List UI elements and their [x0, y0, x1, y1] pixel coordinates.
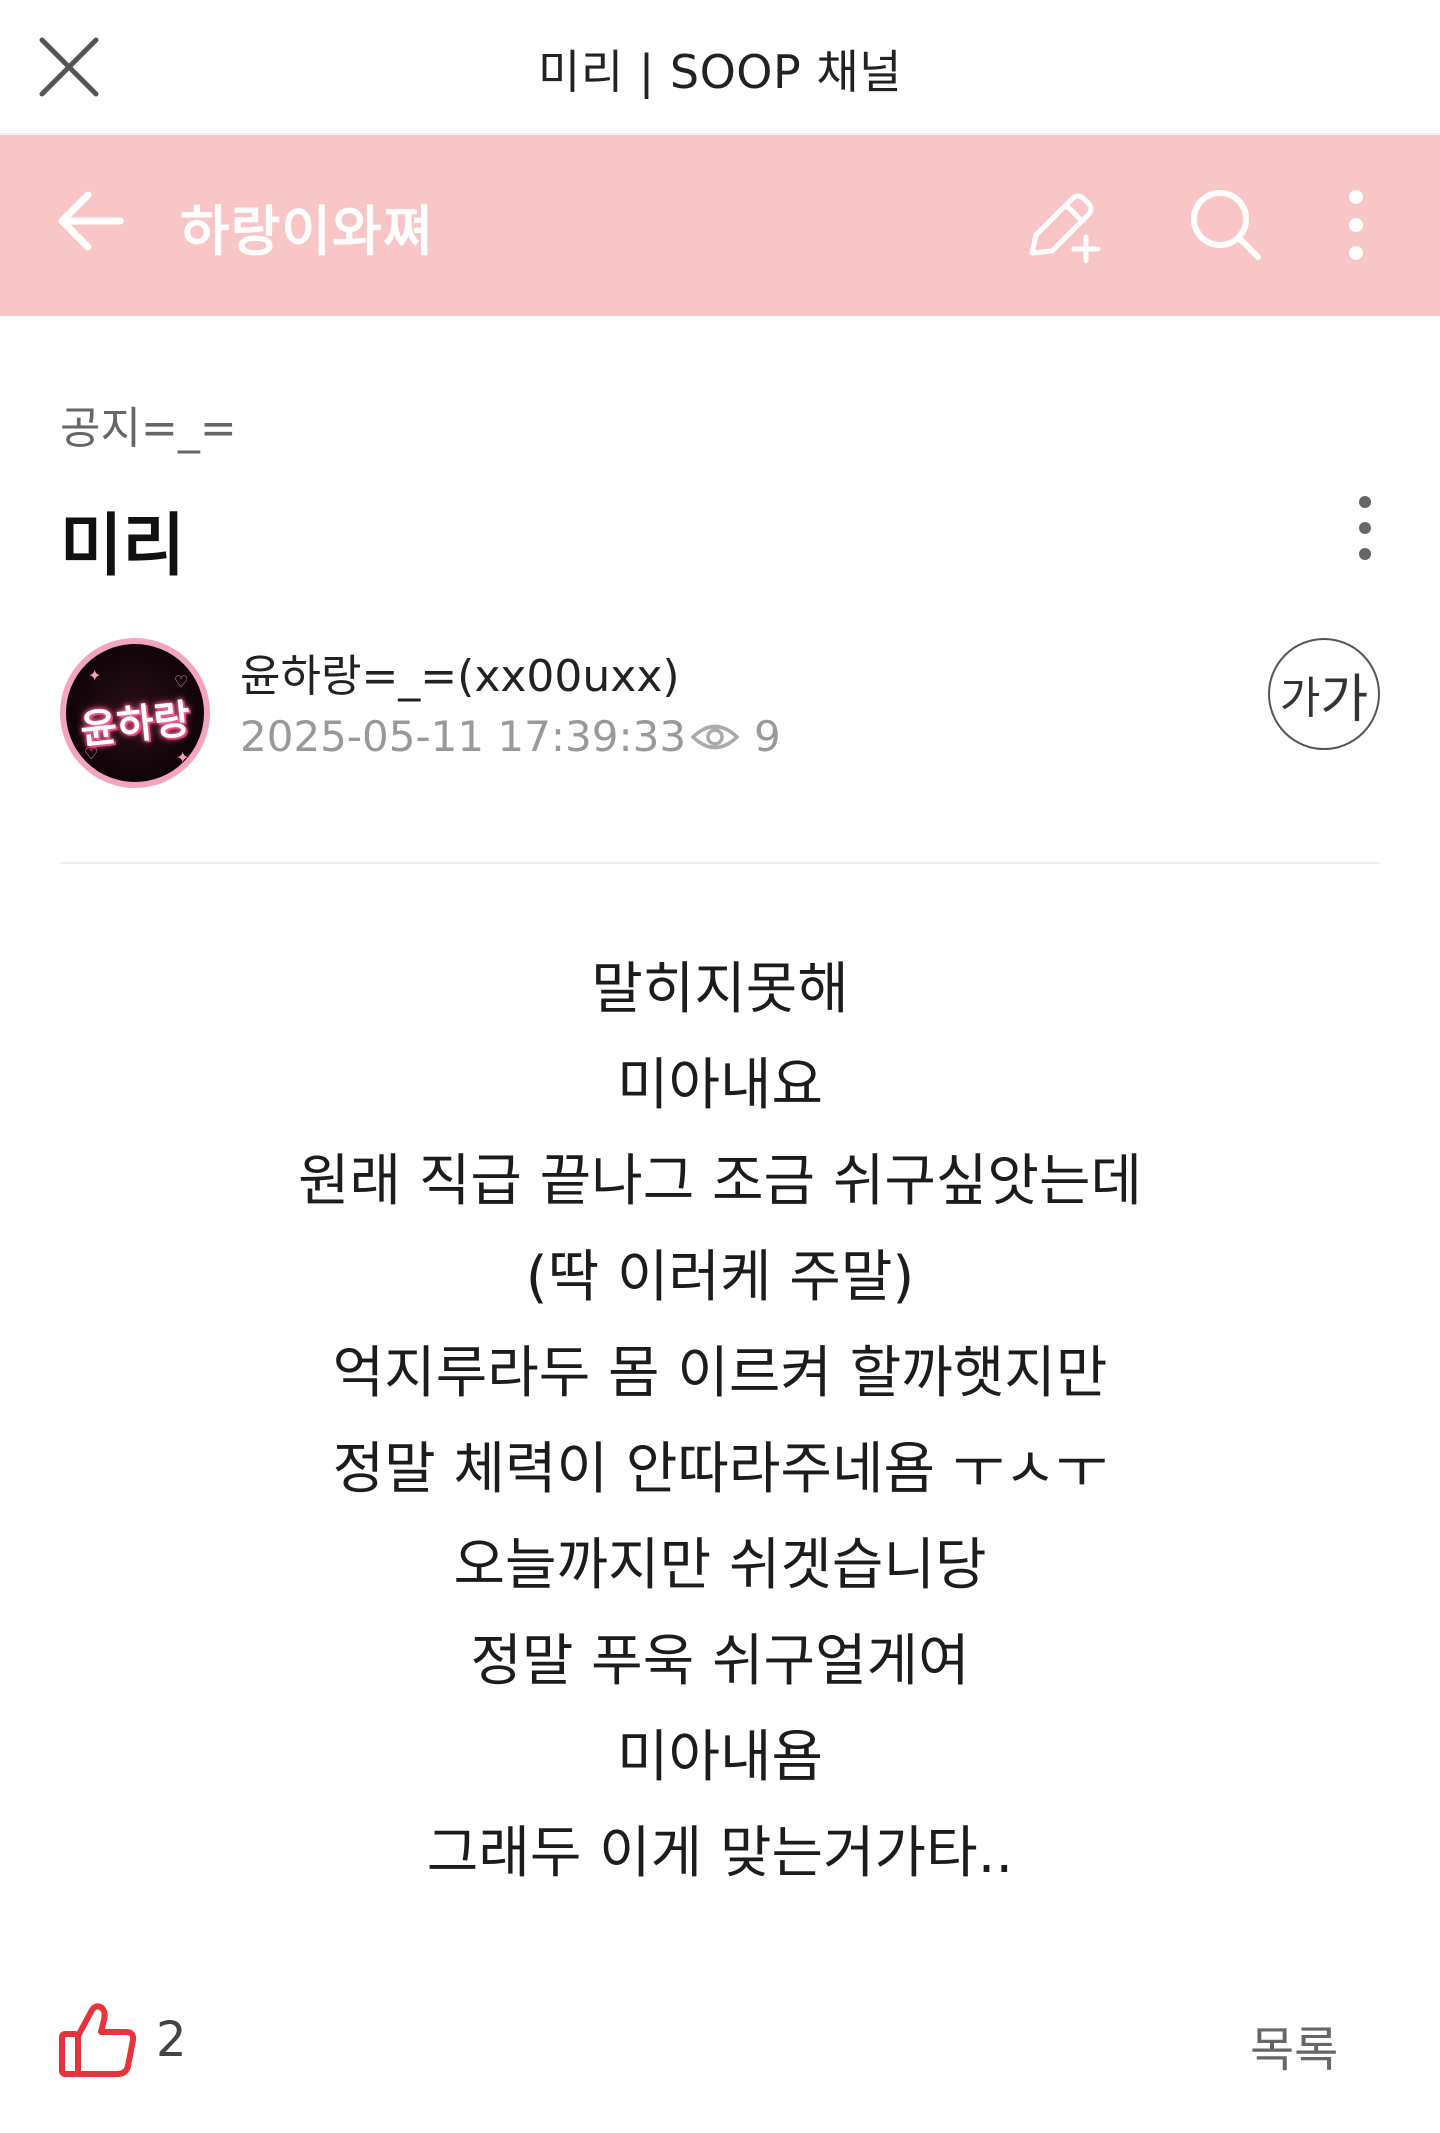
divider: [60, 862, 1380, 864]
back-button[interactable]: [54, 183, 130, 259]
view-count: 9: [690, 712, 781, 761]
window-title: 미리 | SOOP 채널: [538, 45, 902, 99]
pencil-plus-icon: [1029, 193, 1101, 264]
channel-header: 하랑이와쪄: [0, 135, 1440, 316]
body-line: 정말 체력이 안따라주네욤 ㅜㅅㅜ: [332, 1437, 1108, 1502]
header-more-button[interactable]: [1316, 185, 1396, 265]
post-title: 미리: [60, 507, 186, 586]
eye-icon: [690, 724, 740, 749]
body-line: 미아내욤: [616, 1725, 824, 1790]
body-line: 오늘까지만 쉬겟습니당: [453, 1533, 987, 1598]
top-bar: 미리 | SOOP 채널: [0, 0, 1440, 135]
view-count-value: 9: [754, 712, 781, 761]
search-icon: [1191, 190, 1261, 260]
search-button[interactable]: [1186, 185, 1266, 265]
thumbs-up-icon: [59, 2003, 137, 2077]
body-line: 억지루라두 몸 이르켜 할까햇지만: [332, 1341, 1108, 1406]
post-date: 2025-05-11 17:39:33: [240, 712, 687, 761]
more-vertical-icon: [1359, 496, 1371, 560]
body-line: (딱 이러케 주말): [525, 1245, 915, 1310]
like-count: 2: [156, 2012, 187, 2068]
font-size-large-label: 가: [1320, 669, 1369, 730]
sparkle-icon: ✦: [176, 748, 190, 767]
arrow-left-icon: [58, 191, 124, 251]
post-body: 말히지못해 미아내요 원래 직급 끝나그 조금 쉬구싶앗는데 (딱 이러케 주말…: [0, 942, 1440, 1902]
sparkle-icon: ✦: [88, 666, 102, 685]
more-vertical-icon: [1349, 190, 1363, 260]
body-line: 말히지못해: [591, 957, 849, 1022]
post-category[interactable]: 공지=_=: [60, 392, 237, 456]
body-line: 정말 푸욱 쉬구얼게여: [470, 1629, 970, 1694]
author-name[interactable]: 윤하랑=_=(xx00uxx): [240, 640, 680, 704]
channel-name[interactable]: 하랑이와쪄: [180, 187, 433, 266]
font-size-small-label: 가: [1279, 673, 1321, 724]
write-post-button[interactable]: [1022, 185, 1102, 265]
list-button[interactable]: 목록: [1250, 2010, 1338, 2080]
body-line: 원래 직급 끝나그 조금 쉬구싶앗는데: [297, 1149, 1142, 1214]
avatar[interactable]: ✦ ♡ ♡ ✦ 윤하랑: [60, 638, 210, 788]
post-more-button[interactable]: [1340, 490, 1390, 570]
avatar-logo-text: 윤하랑: [78, 696, 193, 754]
body-line: 그래두 이게 맞는거가타..: [426, 1821, 1014, 1886]
body-line: 미아내요: [616, 1053, 824, 1118]
font-size-button[interactable]: 가가: [1268, 638, 1380, 750]
like-button[interactable]: 2: [58, 2002, 187, 2078]
